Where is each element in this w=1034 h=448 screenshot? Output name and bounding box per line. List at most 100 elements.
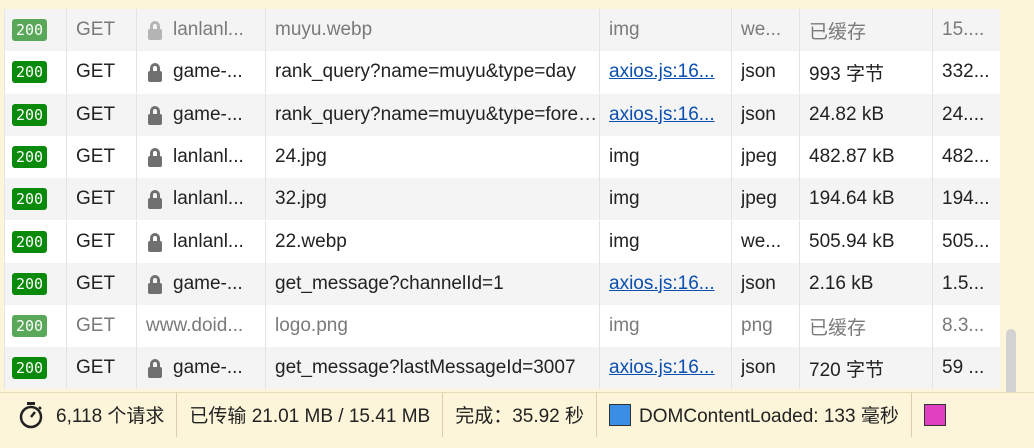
- file-text: get_message?channelId=1: [275, 272, 504, 294]
- time-text: 59 ...: [942, 357, 985, 379]
- status-badge: 200: [12, 272, 48, 295]
- type-text: jpeg: [741, 145, 777, 167]
- size-cell: 2.16 kB: [800, 262, 933, 305]
- type-text: jpeg: [741, 188, 777, 210]
- time-cell: 482...: [933, 136, 1000, 178]
- method-text: GET: [76, 188, 116, 210]
- request-table: 200 GET lanlanl... muyu.webp img we... 已缓存 15..…: [4, 9, 1000, 389]
- table-row[interactable]: 200 GET lanlanl... 24.jpg img jpeg 482.87 kB 48…: [5, 135, 1000, 178]
- table-row[interactable]: 200 GET www.doid... logo.png img png 已缓存 8.3...: [5, 305, 1000, 348]
- lock-icon: [146, 104, 164, 126]
- initiator-cell[interactable]: axios.js:16...: [600, 51, 732, 94]
- table-row[interactable]: 200 GET lanlanl... 32.jpg img jpeg 194.64 kB 19…: [5, 178, 1000, 221]
- lock-icon: [146, 61, 164, 83]
- file-cell: get_message?channelId=1: [266, 262, 600, 305]
- domain-text: www.doid...: [146, 315, 244, 337]
- method-text: GET: [76, 145, 116, 167]
- performance-analysis-button[interactable]: 6,118 个请求: [0, 392, 178, 437]
- size-cell: 已缓存: [800, 305, 933, 348]
- file-text: rank_query?name=muyu&type=day: [275, 61, 577, 83]
- status-badge: 200: [12, 61, 48, 84]
- type-text: json: [741, 357, 776, 379]
- status-cell: 200: [5, 178, 67, 221]
- lock-icon: [146, 188, 164, 210]
- initiator-link[interactable]: axios.js:16...: [609, 61, 715, 83]
- status-cell: 200: [5, 135, 67, 178]
- time-cell: 59 ...: [933, 347, 1000, 389]
- method-text: GET: [76, 61, 116, 83]
- time-text: 482...: [942, 145, 990, 167]
- table-row[interactable]: 200 GET game-... get_message?channelId=1 axi…: [5, 262, 1000, 305]
- type-cell: jpeg: [732, 135, 800, 178]
- initiator-cell[interactable]: axios.js:16...: [600, 262, 732, 305]
- type-cell: json: [732, 347, 800, 389]
- size-text: 993 字节: [809, 63, 884, 85]
- status-cell: 200: [5, 305, 67, 348]
- size-text: 194.64 kB: [809, 188, 895, 210]
- time-text: 24....: [942, 103, 985, 125]
- time-cell: 24....: [933, 94, 1000, 136]
- file-text: rank_query?name=muyu&type=forever: [275, 103, 599, 125]
- initiator-link[interactable]: axios.js:16...: [609, 357, 715, 379]
- size-text: 2.16 kB: [809, 272, 874, 294]
- file-cell: 24.jpg: [266, 135, 600, 178]
- domain-cell: www.doid...: [137, 305, 266, 348]
- initiator-text: img: [609, 230, 640, 252]
- lock-icon: [146, 146, 164, 168]
- scrollbar-thumb[interactable]: [1006, 329, 1016, 395]
- method-cell: GET: [67, 51, 137, 94]
- load-color-square: [923, 403, 946, 426]
- method-text: GET: [76, 230, 116, 252]
- file-text: 32.jpg: [275, 188, 327, 210]
- size-cell: 505.94 kB: [800, 220, 933, 263]
- type-text: json: [741, 272, 776, 294]
- type-cell: json: [732, 93, 800, 136]
- transferred-text: 已传输 21.01 MB / 15.41 MB: [189, 406, 431, 427]
- method-text: GET: [76, 19, 116, 40]
- status-cell: 200: [5, 347, 67, 389]
- file-text: get_message?lastMessageId=3007: [275, 357, 576, 379]
- method-text: GET: [76, 315, 116, 337]
- status-badge: 200: [12, 188, 48, 211]
- domain-text: game-...: [173, 103, 243, 125]
- table-row[interactable]: 200 GET lanlanl... 22.webp img we... 505.94 kB…: [5, 220, 1000, 263]
- method-cell: GET: [67, 220, 137, 263]
- file-text: logo.png: [275, 315, 348, 337]
- dcl-text: DOMContentLoaded: 133 毫秒: [639, 406, 899, 427]
- dcl-color-square: [609, 403, 632, 426]
- type-text: json: [741, 61, 776, 83]
- time-text: 8.3...: [942, 315, 985, 337]
- initiator-link[interactable]: axios.js:16...: [609, 273, 715, 295]
- file-cell: muyu.webp: [266, 9, 600, 51]
- size-cell: 993 字节: [800, 51, 933, 94]
- time-text: 332...: [942, 61, 990, 83]
- vertical-scrollbar[interactable]: [1000, 9, 1034, 395]
- method-cell: GET: [67, 262, 137, 305]
- type-cell: json: [732, 51, 800, 94]
- domain-text: lanlanl...: [173, 145, 244, 167]
- initiator-text: img: [609, 188, 640, 210]
- table-row[interactable]: 200 GET game-... rank_query?name=muyu&type=…: [5, 51, 1000, 94]
- file-cell: 32.jpg: [266, 178, 600, 221]
- table-row[interactable]: 200 GET lanlanl... muyu.webp img we... 已缓存 15..…: [5, 9, 1000, 51]
- initiator-text: img: [609, 19, 640, 40]
- finish-text: 完成：35.92 秒: [455, 406, 585, 427]
- time-cell: 15....: [933, 9, 1000, 51]
- size-cell: 已缓存: [800, 9, 933, 51]
- initiator-link[interactable]: axios.js:16...: [609, 104, 715, 126]
- status-badge: 200: [12, 19, 48, 41]
- request-count: 6,118 个请求: [56, 406, 165, 427]
- initiator-text: img: [609, 145, 640, 167]
- method-cell: GET: [67, 9, 137, 51]
- domain-text: game-...: [173, 357, 243, 379]
- file-cell: rank_query?name=muyu&type=day: [266, 51, 600, 94]
- initiator-cell[interactable]: axios.js:16...: [600, 93, 732, 136]
- table-row[interactable]: 200 GET game-... get_message?lastMessageId=…: [5, 347, 1000, 389]
- domain-cell: lanlanl...: [137, 178, 266, 221]
- status-cell: 200: [5, 220, 67, 263]
- table-row[interactable]: 200 GET game-... rank_query?name=muyu&type=…: [5, 93, 1000, 136]
- initiator-cell[interactable]: axios.js:16...: [600, 347, 732, 389]
- size-cell: 194.64 kB: [800, 178, 933, 221]
- method-cell: GET: [67, 178, 137, 221]
- stopwatch-icon: [19, 401, 43, 428]
